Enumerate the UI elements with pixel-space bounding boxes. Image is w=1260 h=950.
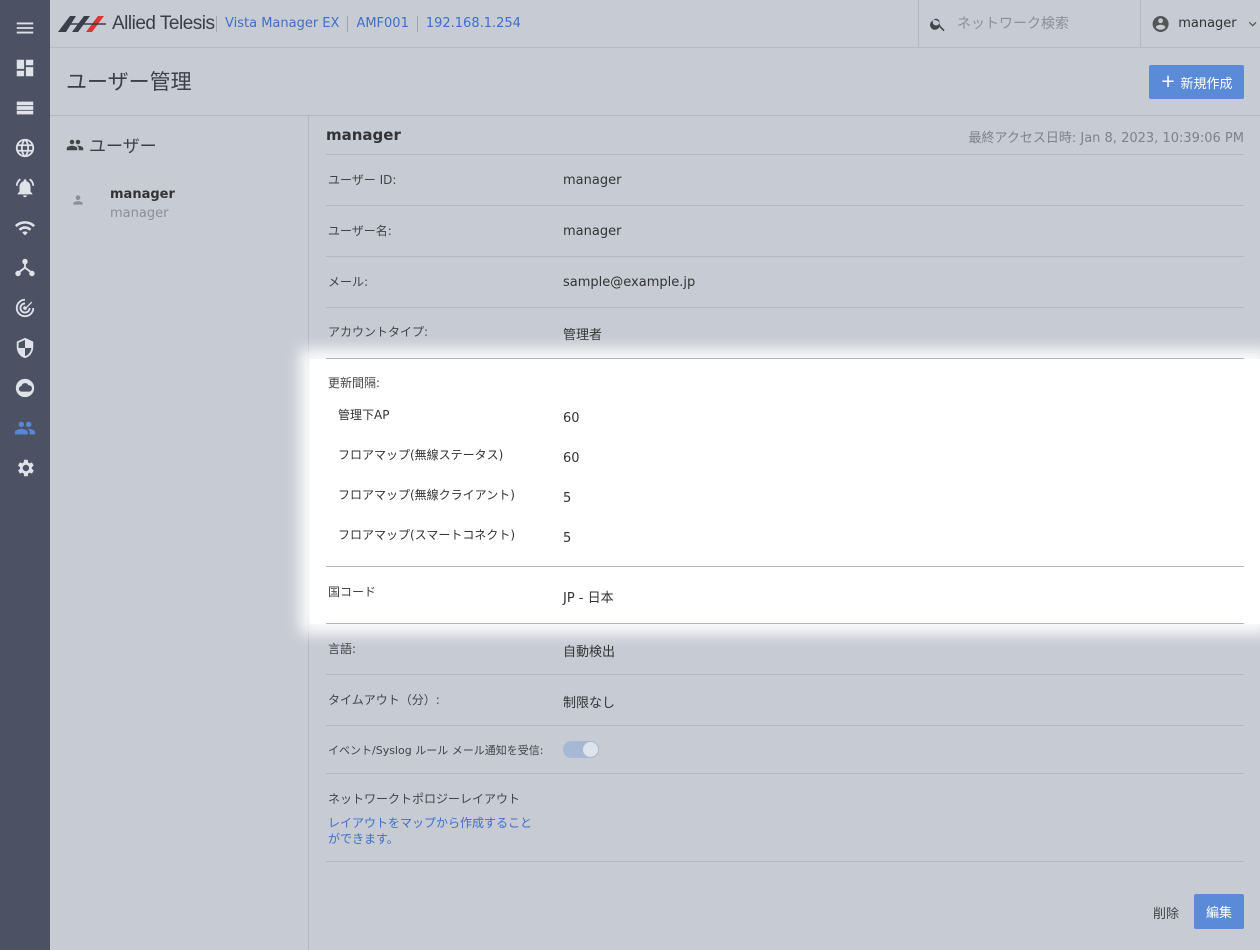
divider	[326, 256, 1244, 257]
email-notify-toggle[interactable]	[563, 741, 599, 758]
top-bar: Allied Telesis Vista Manager EX AMF001 1…	[50, 0, 1260, 48]
cloud-icon[interactable]	[11, 374, 39, 402]
shield-icon[interactable]	[11, 334, 39, 362]
country-code-label: 国コード	[328, 585, 377, 599]
email-value: sample@example.jp	[563, 275, 696, 290]
topology-layout-link[interactable]: レイアウトをマップから作成することができます。	[328, 815, 543, 847]
wifi-icon[interactable]	[11, 214, 39, 242]
refresh-floormap-wireless-status-label: フロアマップ(無線ステータス)	[338, 448, 504, 462]
divider	[326, 358, 1244, 359]
email-label: メール:	[328, 275, 369, 289]
topology-layout-label: ネットワークトポロジーレイアウト	[328, 792, 521, 806]
menu-icon[interactable]	[11, 14, 39, 42]
divider	[326, 307, 1244, 308]
logo-text: Allied Telesis	[112, 13, 215, 34]
user-id-value: manager	[563, 173, 622, 188]
user-list-panel: ユーザー manager manager	[50, 116, 309, 950]
users-icon[interactable]	[11, 414, 39, 442]
user-menu-name: manager	[1178, 16, 1237, 31]
refresh-floormap-wireless-status-value: 60	[563, 451, 580, 466]
delete-button[interactable]: 削除	[1146, 897, 1186, 927]
divider	[326, 566, 1244, 567]
refresh-managed-ap-value: 60	[563, 411, 580, 426]
account-type-label: アカウントタイプ:	[328, 325, 429, 339]
user-list-item[interactable]: manager manager	[50, 180, 308, 230]
account-type-value: 管理者	[563, 328, 603, 343]
account-circle-icon	[1152, 15, 1169, 32]
refresh-floormap-wireless-client-value: 5	[563, 491, 572, 506]
detail-title: manager	[326, 126, 401, 144]
user-list-item-username: manager	[110, 206, 169, 221]
refresh-floormap-smart-connect-value: 5	[563, 531, 572, 546]
alarm-bell-icon[interactable]	[11, 174, 39, 202]
divider	[326, 861, 1244, 862]
new-user-button-label: 新規作成	[1180, 76, 1233, 92]
timeout-label: タイムアウト（分）:	[328, 693, 440, 707]
logo-mark-icon	[58, 16, 106, 32]
divider	[326, 205, 1244, 206]
divider	[326, 725, 1244, 726]
divider	[326, 773, 1244, 774]
dashboard-icon[interactable]	[11, 54, 39, 82]
person-icon	[73, 195, 83, 205]
refresh-floormap-smart-connect-label: フロアマップ(スマートコネクト)	[338, 528, 516, 542]
email-notify-label: イベント/Syslog ルール メール通知を受信:	[328, 744, 544, 757]
search-icon	[930, 18, 945, 31]
new-user-button[interactable]: + 新規作成	[1149, 65, 1244, 99]
search-input[interactable]	[957, 15, 1127, 32]
user-menu[interactable]: manager	[1140, 0, 1260, 47]
divider	[326, 623, 1244, 624]
users-icon	[66, 139, 84, 150]
edit-button[interactable]: 編集	[1194, 894, 1244, 929]
breadcrumb-product[interactable]: Vista Manager EX	[216, 16, 347, 32]
last-access-time: 最終アクセス日時: Jan 8, 2023, 10:39:06 PM	[968, 131, 1245, 146]
breadcrumb-area[interactable]: AMF001	[347, 16, 416, 32]
timeout-value: 制限なし	[563, 696, 616, 711]
globe-icon[interactable]	[11, 134, 39, 162]
divider	[326, 674, 1244, 675]
language-value: 自動検出	[563, 645, 616, 660]
toggle-knob	[583, 742, 598, 757]
user-id-label: ユーザー ID:	[328, 173, 397, 187]
page-title: ユーザー管理	[66, 70, 192, 94]
user-list-item-name: manager	[110, 187, 175, 202]
sidebar	[0, 0, 50, 950]
settings-icon[interactable]	[11, 454, 39, 482]
list-icon[interactable]	[11, 94, 39, 122]
allied-telesis-logo[interactable]: Allied Telesis	[58, 13, 215, 35]
user-list-heading-label: ユーザー	[89, 137, 157, 157]
refresh-interval-label: 更新間隔:	[328, 376, 381, 390]
country-code-value: JP - 日本	[563, 591, 614, 606]
user-list-heading: ユーザー	[66, 132, 157, 157]
radar-icon[interactable]	[11, 294, 39, 322]
user-name-value: manager	[563, 224, 622, 239]
breadcrumb: Vista Manager EX AMF001 192.168.1.254	[216, 0, 529, 48]
refresh-floormap-wireless-client-label: フロアマップ(無線クライアント)	[338, 488, 515, 502]
language-label: 言語:	[328, 642, 357, 656]
plus-icon: +	[1160, 71, 1176, 92]
network-search	[918, 0, 1140, 47]
chevron-down-icon	[1248, 21, 1257, 27]
refresh-managed-ap-label: 管理下AP	[338, 408, 390, 422]
user-name-label: ユーザー名:	[328, 224, 392, 238]
divider	[326, 154, 1244, 155]
topology-icon[interactable]	[11, 254, 39, 282]
breadcrumb-ip[interactable]: 192.168.1.254	[416, 16, 529, 32]
